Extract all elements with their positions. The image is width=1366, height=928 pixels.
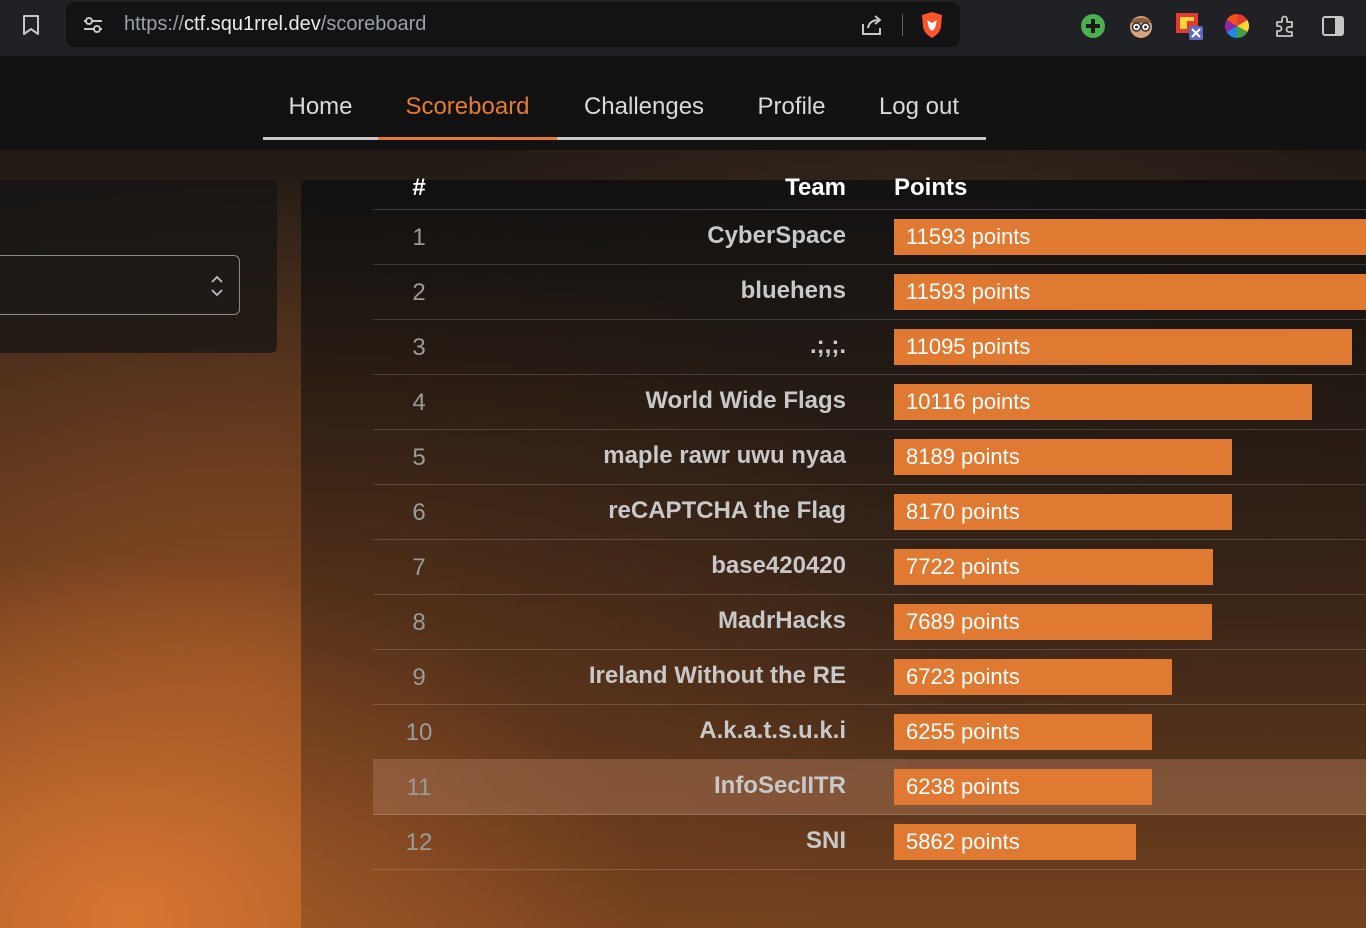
team-rank: 12 <box>405 829 433 856</box>
extensions-area <box>1072 7 1362 43</box>
sidebar-toggle-icon[interactable] <box>1318 11 1348 41</box>
team-rank: 4 <box>412 389 426 416</box>
team-name[interactable]: .;,;. <box>473 332 846 360</box>
rank-header: # <box>412 174 426 201</box>
points-bar: 6255 points <box>894 714 1152 750</box>
team-name[interactable]: MadrHacks <box>473 607 846 635</box>
team-name[interactable]: SNI <box>473 827 846 855</box>
table-row[interactable]: 12 SNI 5862 points <box>373 815 1366 870</box>
team-rank: 9 <box>412 664 426 691</box>
points-bar: 6723 points <box>894 659 1172 695</box>
url-scheme: https:// <box>124 13 185 35</box>
team-name[interactable]: base420420 <box>473 552 846 580</box>
nav-home[interactable]: Home <box>263 76 378 137</box>
nav-scoreboard[interactable]: Scoreboard <box>378 76 557 140</box>
team-rank: 1 <box>412 224 426 251</box>
points-bar: 8189 points <box>894 439 1232 475</box>
bookmark-icon[interactable] <box>14 10 48 40</box>
scoreboard-rows: 1 CyberSpace 11593 points 2 bluehens 11593 po… <box>373 210 1366 870</box>
main-nav: Home Scoreboard Challenges Profile Log o… <box>263 76 986 140</box>
scoreboard-table: # Team Points 1 CyberSpace 11593 points 2 bl… <box>373 166 1366 870</box>
team-name[interactable]: World Wide Flags <box>473 387 846 415</box>
nav-logout[interactable]: Log out <box>852 76 986 137</box>
team-header: Team <box>785 174 846 201</box>
points-bar: 11593 points <box>894 219 1366 255</box>
points-bar: 11593 points <box>894 274 1366 310</box>
table-row[interactable]: 3.;,;. 11095 points <box>373 320 1366 375</box>
points-bar: 10116 points <box>894 384 1312 420</box>
scoreboard-header: # Team Points <box>373 166 1366 210</box>
address-bar[interactable]: https://ctf.squ1rrel.dev/scoreboard <box>66 2 960 47</box>
team-name[interactable]: Ireland Without the RE <box>473 662 846 690</box>
nav-challenges[interactable]: Challenges <box>557 76 731 137</box>
extensions-puzzle-icon[interactable] <box>1270 11 1300 41</box>
division-select[interactable] <box>0 255 240 315</box>
team-rank: 6 <box>412 499 426 526</box>
team-rank: 3 <box>412 334 426 361</box>
url-path: /scoreboard <box>320 13 427 35</box>
team-name[interactable]: reCAPTCHA the Flag <box>473 497 846 525</box>
points-bar: 5862 points <box>894 824 1136 860</box>
browser-toolbar: https://ctf.squ1rrel.dev/scoreboard <box>0 0 1366 56</box>
team-name[interactable]: maple rawr uwu nyaa <box>473 442 846 470</box>
table-row[interactable]: 6 reCAPTCHA the Flag 8170 points <box>373 485 1366 540</box>
table-row[interactable]: 2 bluehens 11593 points <box>373 265 1366 320</box>
team-name[interactable]: InfoSecIITR <box>473 772 846 800</box>
table-row[interactable]: 11 InfoSecIITR 6238 points <box>373 760 1366 815</box>
url-host: ctf.squ1rrel.dev <box>184 13 321 35</box>
select-arrows-icon <box>211 275 223 297</box>
table-row[interactable]: 10 A.k.a.t.s.u.k.i 6255 points <box>373 705 1366 760</box>
table-row[interactable]: 9 Ireland Without the RE 6723 points <box>373 650 1366 705</box>
color-wheel-extension-icon[interactable] <box>1222 11 1252 41</box>
points-bar: 6238 points <box>894 769 1152 805</box>
url-text[interactable]: https://ctf.squ1rrel.dev/scoreboard <box>124 13 426 36</box>
team-name[interactable]: A.k.a.t.s.u.k.i <box>473 717 846 745</box>
puzzle-flag-extension-icon[interactable] <box>1174 11 1204 41</box>
add-extension-icon[interactable] <box>1078 11 1108 41</box>
points-bar: 8170 points <box>894 494 1232 530</box>
team-rank: 8 <box>412 609 426 636</box>
points-bar: 7722 points <box>894 549 1213 585</box>
nav-profile[interactable]: Profile <box>731 76 852 137</box>
team-rank: 10 <box>405 719 433 746</box>
team-rank: 5 <box>412 444 426 471</box>
team-name[interactable]: CyberSpace <box>473 222 846 250</box>
table-row[interactable]: 4 World Wide Flags 10116 points <box>373 375 1366 430</box>
points-header: Points <box>894 174 968 201</box>
glasses-face-extension-icon[interactable] <box>1126 11 1156 41</box>
table-row[interactable]: 7 base420420 7722 points <box>373 540 1366 595</box>
table-row[interactable]: 1 CyberSpace 11593 points <box>373 210 1366 265</box>
team-rank: 11 <box>406 774 432 801</box>
table-row[interactable]: 5 maple rawr uwu nyaa 8189 points <box>373 430 1366 485</box>
url-divider <box>902 14 903 36</box>
share-icon[interactable] <box>858 11 886 39</box>
points-bar: 7689 points <box>894 604 1212 640</box>
team-rank: 2 <box>412 279 426 306</box>
table-row[interactable]: 8 MadrHacks 7689 points <box>373 595 1366 650</box>
team-name[interactable]: bluehens <box>473 277 846 305</box>
points-bar: 11095 points <box>894 329 1352 365</box>
brave-shields-icon[interactable] <box>918 10 946 40</box>
team-rank: 7 <box>412 554 426 581</box>
site-settings-icon[interactable] <box>80 12 106 38</box>
